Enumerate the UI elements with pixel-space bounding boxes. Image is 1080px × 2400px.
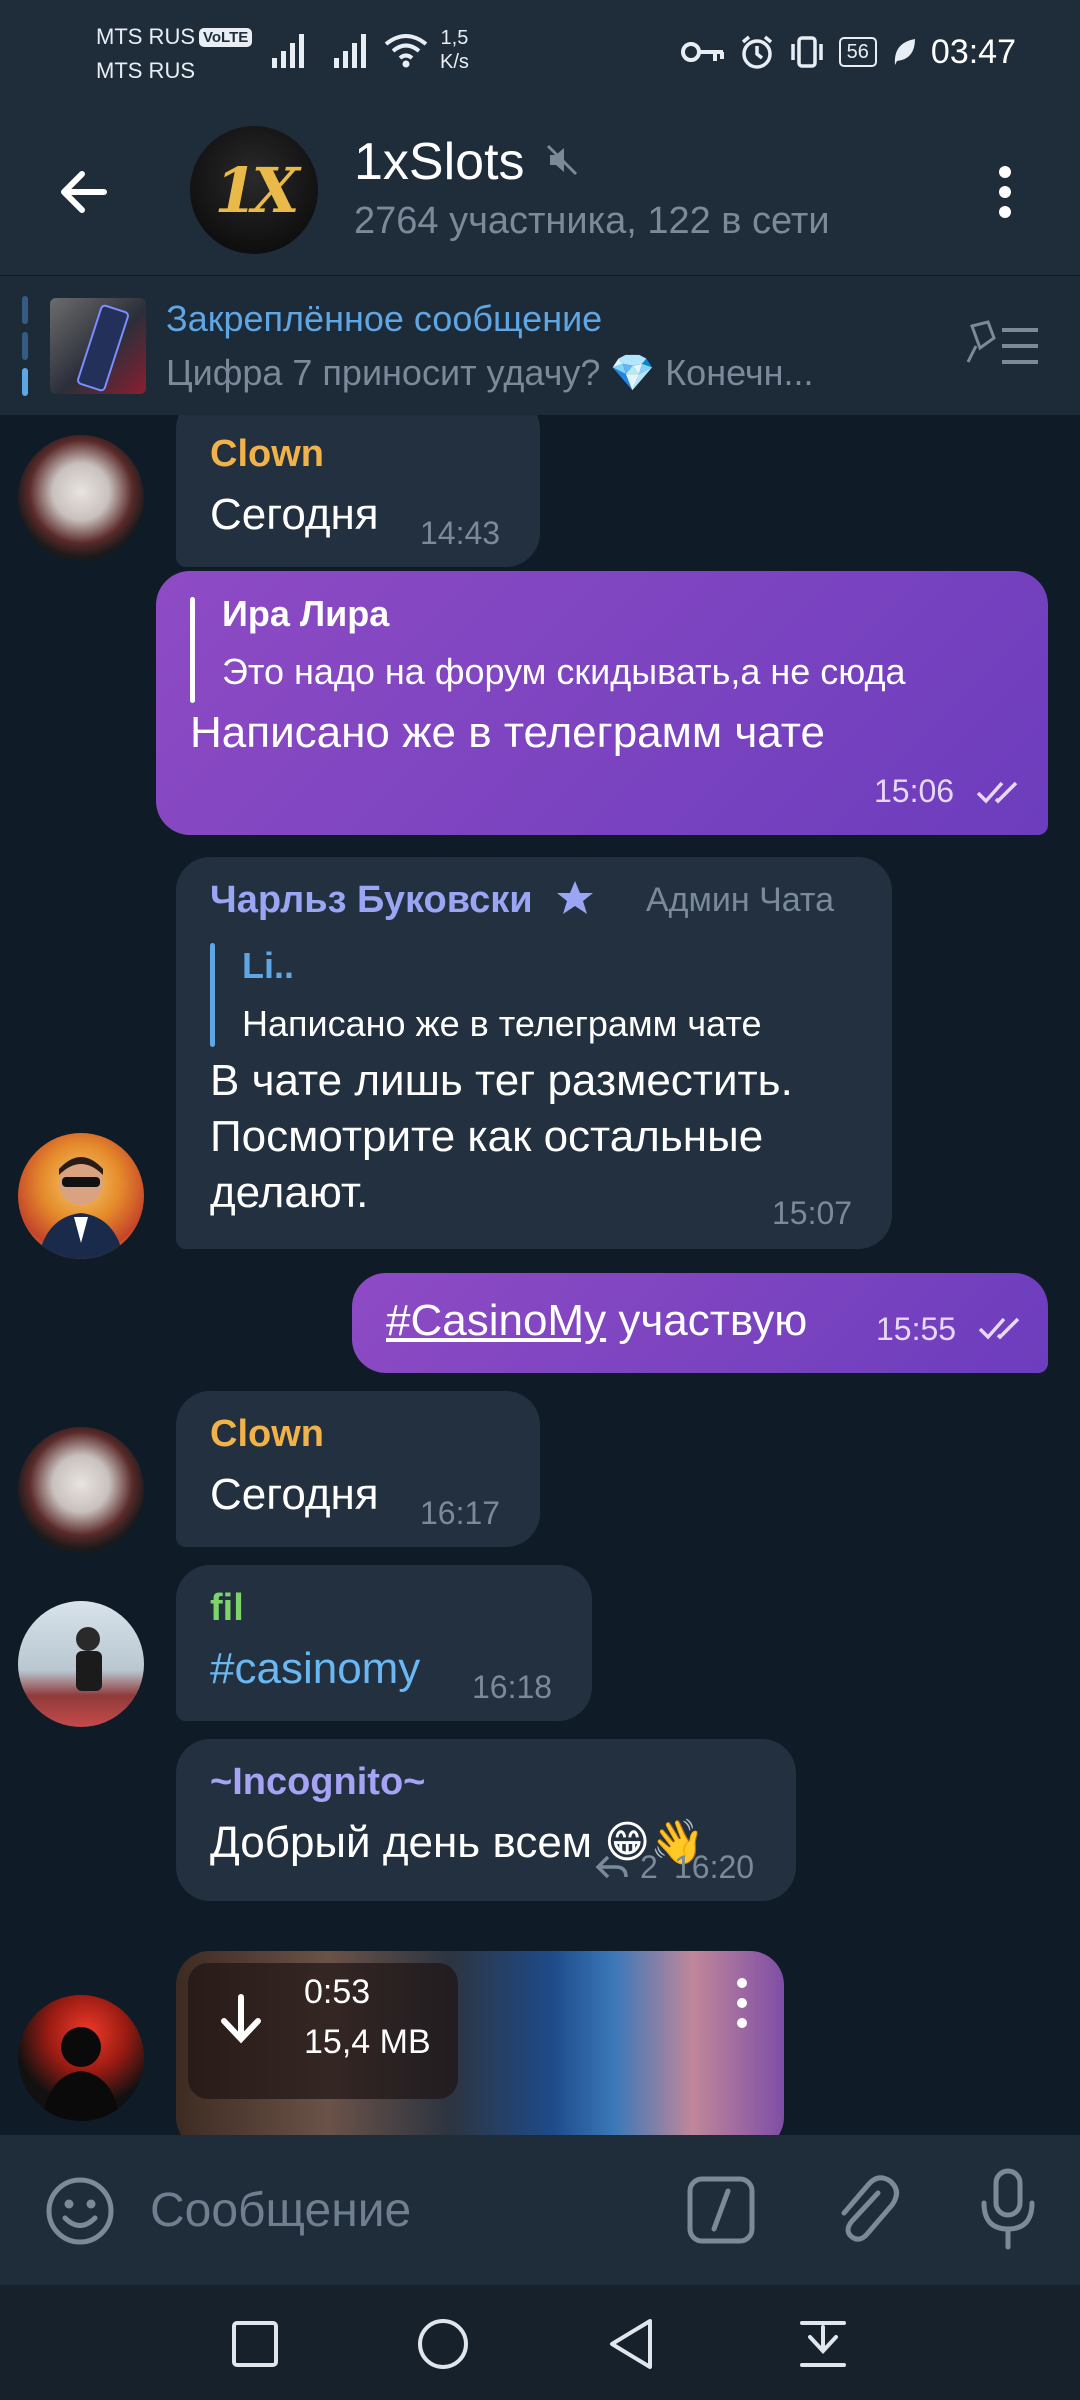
- sender-name[interactable]: Clown: [210, 433, 324, 476]
- pinned-indicator: [22, 296, 28, 396]
- clock: 03:47: [930, 32, 1016, 71]
- group-avatar[interactable]: 1X: [190, 126, 318, 254]
- sender-name[interactable]: Чарльз Буковски: [210, 879, 533, 922]
- avatar-clown[interactable]: [18, 435, 144, 561]
- message-text: Сегодня: [210, 490, 379, 539]
- sender-name[interactable]: Clown: [210, 1413, 324, 1456]
- reply-text: Написано же в телеграмм чате: [242, 1003, 762, 1044]
- notification-pull-icon[interactable]: [798, 2317, 848, 2371]
- avatar-clown[interactable]: [18, 1427, 144, 1553]
- avatar-charles[interactable]: [18, 1133, 144, 1259]
- message-time: 16:18: [472, 1669, 553, 1705]
- recent-apps-icon[interactable]: [230, 2319, 280, 2369]
- reply-sender: Ира Лира: [222, 593, 390, 634]
- leaf-icon: [894, 39, 915, 65]
- double-check-icon: [976, 781, 1018, 804]
- pinned-title: Закреплённое сообщение: [166, 298, 603, 339]
- carrier-2: MTS RUS: [96, 58, 195, 83]
- back-nav-icon[interactable]: [606, 2317, 656, 2371]
- signal-icon-2: [334, 34, 366, 68]
- alarm-icon: [741, 35, 772, 69]
- message-text: Сегодня: [210, 1470, 379, 1519]
- outgoing-message-bubble[interactable]: Ира Лира Это надо на форум скидывать,а н…: [156, 571, 1048, 835]
- message-time: 14:43: [420, 515, 501, 551]
- battery-indicator: 56: [838, 37, 877, 67]
- star-icon: [557, 881, 593, 914]
- pinned-thumbnail: [50, 298, 146, 394]
- message-time: 15:06: [874, 773, 955, 809]
- admin-badge: Админ Чата: [646, 881, 835, 919]
- message-text: #CasinoMy участвую: [386, 1296, 808, 1345]
- download-icon[interactable]: [216, 1993, 266, 2049]
- video-message[interactable]: 0:53 15,4 MB: [176, 1951, 784, 2135]
- system-nav-bar: [0, 2285, 1080, 2400]
- muted-speaker-icon: [546, 144, 578, 176]
- message-time: 16:20: [674, 1849, 755, 1885]
- outgoing-message-bubble[interactable]: #CasinoMy участвую 15:55: [352, 1273, 1048, 1373]
- wifi-icon: [384, 34, 428, 68]
- chat-header: 1X 1xSlots 2764 участника, 122 в сети: [0, 110, 1080, 275]
- video-size: 15,4 MB: [304, 2023, 431, 2061]
- message-time: 16:17: [420, 1495, 501, 1531]
- hashtag-link[interactable]: #CasinoMy: [386, 1296, 606, 1345]
- message-bubble[interactable]: Clown Сегодня 14:43: [176, 415, 540, 567]
- message-text: Написано же в телеграмм чате: [190, 708, 825, 757]
- message-composer: Сообщение: [0, 2135, 1080, 2285]
- message-bubble[interactable]: fil #casinomy 16:18: [176, 1565, 592, 1721]
- carrier-1: MTS RUS VoLTE: [96, 24, 253, 50]
- pinned-message-bar[interactable]: Закреплённое сообщение Цифра 7 приносит …: [0, 275, 1080, 416]
- key-icon: [680, 42, 724, 62]
- sender-name[interactable]: ~Incognito~: [210, 1761, 425, 1804]
- video-duration: 0:53: [304, 1973, 371, 2011]
- network-speed: 1,5 K/s: [440, 27, 469, 73]
- message-time: 15:55: [876, 1311, 957, 1347]
- reply-arrow-icon: [595, 1855, 628, 1879]
- chat-title[interactable]: 1xSlots: [354, 132, 525, 192]
- status-bar: MTS RUS VoLTE MTS RUS 1,5 K/s 56 03:47: [0, 0, 1080, 110]
- message-list[interactable]: Clown Сегодня 14:43 Ира Лира Это надо на…: [0, 415, 1080, 2135]
- chat-subtitle: 2764 участника, 122 в сети: [354, 200, 830, 242]
- emoji-icon[interactable]: [44, 2175, 116, 2247]
- signal-icon-1: [272, 34, 304, 68]
- avatar-fil[interactable]: [18, 1601, 144, 1727]
- message-input[interactable]: Сообщение: [150, 2183, 411, 2238]
- hashtag-link[interactable]: #casinomy: [210, 1641, 420, 1697]
- video-more-icon[interactable]: [732, 1975, 752, 2035]
- back-arrow-icon[interactable]: [54, 162, 114, 222]
- bot-commands-icon[interactable]: [686, 2175, 756, 2245]
- message-bubble[interactable]: ~Incognito~ Добрый день всем 😁👋 2 16:20: [176, 1739, 796, 1901]
- pinned-preview: Цифра 7 приносит удачу? 💎 Конечн...: [166, 352, 814, 393]
- more-options-icon[interactable]: [990, 162, 1020, 222]
- home-icon[interactable]: [416, 2317, 470, 2371]
- reply-text: Это надо на форум скидывать,а не сюда: [222, 651, 906, 692]
- vibrate-icon: [790, 36, 823, 68]
- double-check-icon: [978, 1317, 1020, 1340]
- microphone-icon[interactable]: [978, 2167, 1038, 2251]
- message-bubble[interactable]: Чарльз Буковски Админ Чата Li.. Написано…: [176, 857, 892, 1249]
- message-bubble[interactable]: Clown Сегодня 16:17: [176, 1391, 540, 1547]
- replies-count[interactable]: 2: [640, 1849, 658, 1886]
- message-text: Добрый день всем 😁👋: [210, 1818, 705, 1867]
- attach-icon[interactable]: [830, 2171, 900, 2247]
- pinned-list-icon[interactable]: [966, 318, 1042, 374]
- message-text: В чате лишь тег разместить. Посмотрите к…: [210, 1056, 793, 1217]
- sender-name[interactable]: fil: [210, 1587, 244, 1630]
- reply-sender: Li..: [242, 945, 294, 986]
- avatar-user[interactable]: [18, 1995, 144, 2121]
- message-time: 15:07: [772, 1195, 853, 1231]
